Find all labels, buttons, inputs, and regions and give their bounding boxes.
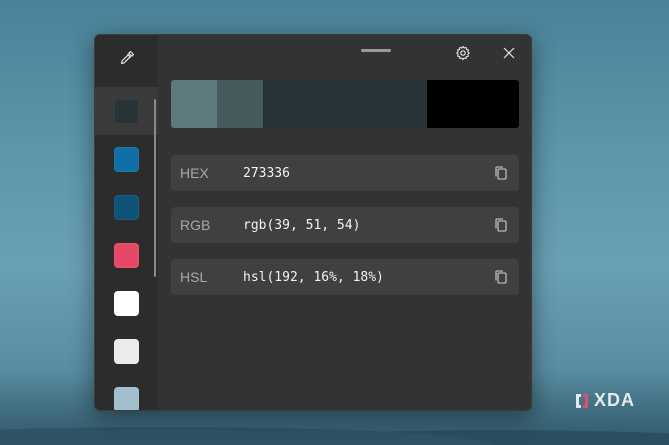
history-color-item[interactable] <box>95 231 158 279</box>
history-color-item[interactable] <box>95 279 158 327</box>
xda-watermark: XDA <box>574 390 635 411</box>
history-color-item[interactable] <box>95 135 158 183</box>
copy-icon <box>495 166 507 180</box>
settings-button[interactable] <box>450 40 476 66</box>
history-color-item[interactable] <box>95 183 158 231</box>
title-bar[interactable] <box>158 35 531 69</box>
close-button[interactable] <box>496 40 522 66</box>
current-color-shade[interactable] <box>262 80 428 128</box>
color-shade[interactable] <box>171 80 217 128</box>
color-shade[interactable] <box>216 80 263 128</box>
color-shades-bar <box>171 80 519 128</box>
gear-icon <box>456 45 470 61</box>
pick-color-button[interactable] <box>95 35 158 81</box>
rgb-row: RGB rgb(39, 51, 54) <box>171 207 519 243</box>
color-picker-icon <box>120 50 134 64</box>
hex-row: HEX 273336 <box>171 155 519 191</box>
color-history-list <box>95 87 158 410</box>
rgb-value: rgb(39, 51, 54) <box>243 217 361 233</box>
background-hills <box>0 417 669 445</box>
color-swatch <box>114 146 139 172</box>
history-color-item[interactable] <box>95 87 158 135</box>
history-scrollbar[interactable] <box>154 99 156 277</box>
color-swatch <box>114 98 139 124</box>
color-swatch <box>114 290 139 316</box>
color-shade[interactable] <box>473 80 519 128</box>
close-icon <box>503 47 515 59</box>
watermark-text: XDA <box>594 390 636 410</box>
hsl-row: HSL hsl(192, 16%, 18%) <box>171 259 519 295</box>
copy-icon <box>495 270 507 284</box>
hex-value: 273336 <box>243 165 290 181</box>
copy-icon <box>495 218 507 232</box>
color-swatch <box>114 242 139 268</box>
color-swatch <box>114 194 139 220</box>
hsl-value: hsl(192, 16%, 18%) <box>243 269 384 285</box>
copy-rgb-button[interactable] <box>491 215 511 235</box>
drag-handle[interactable] <box>361 49 391 52</box>
history-color-item[interactable] <box>95 327 158 375</box>
history-color-item[interactable] <box>95 375 158 410</box>
copy-hsl-button[interactable] <box>491 267 511 287</box>
color-picker-window: HEX 273336 RGB rgb(39, 51, 54) HSL hsl(1… <box>94 34 532 411</box>
color-swatch <box>114 386 139 410</box>
color-swatch <box>114 338 139 364</box>
color-shade[interactable] <box>427 80 474 128</box>
copy-hex-button[interactable] <box>491 163 511 183</box>
xda-logo-icon <box>576 393 588 408</box>
rgb-label: RGB <box>180 217 211 233</box>
hsl-label: HSL <box>180 269 208 285</box>
color-history-sidebar <box>95 35 158 410</box>
hex-label: HEX <box>180 165 209 181</box>
